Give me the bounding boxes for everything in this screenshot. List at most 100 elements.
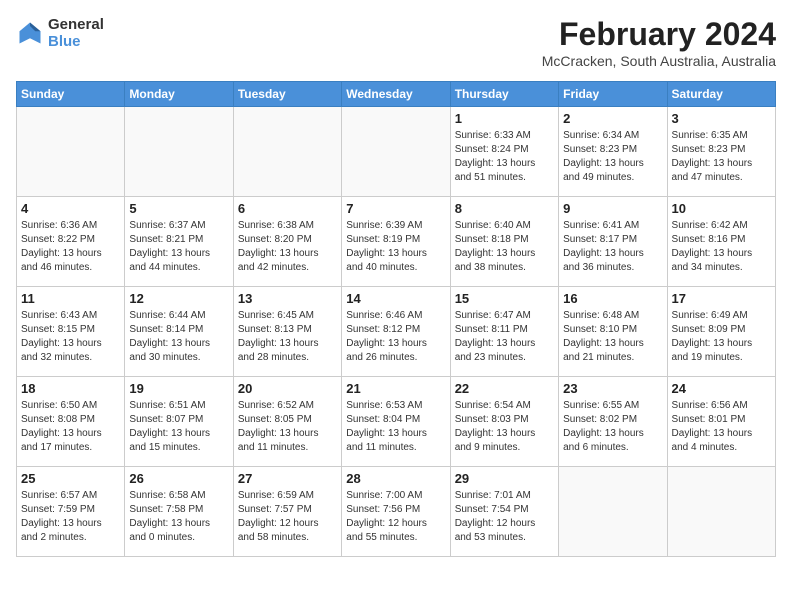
calendar-cell: 14 Sunrise: 6:46 AM Sunset: 8:12 PM Dayli… bbox=[342, 287, 450, 377]
day-number: 19 bbox=[129, 381, 228, 396]
day-detail: Sunrise: 6:56 AM Sunset: 8:01 PM Dayligh… bbox=[672, 399, 771, 455]
day-number: 9 bbox=[563, 201, 662, 216]
day-detail: Sunrise: 6:52 AM Sunset: 8:05 PM Dayligh… bbox=[238, 399, 337, 455]
logo-general: General bbox=[48, 16, 104, 33]
calendar-cell bbox=[17, 107, 125, 197]
day-detail: Sunrise: 6:55 AM Sunset: 8:02 PM Dayligh… bbox=[563, 399, 662, 455]
weekday-header-saturday: Saturday bbox=[667, 82, 775, 107]
calendar-cell bbox=[125, 107, 233, 197]
calendar-cell bbox=[342, 107, 450, 197]
logo-text: General Blue bbox=[48, 16, 104, 50]
day-detail: Sunrise: 6:45 AM Sunset: 8:13 PM Dayligh… bbox=[238, 309, 337, 365]
day-number: 22 bbox=[455, 381, 554, 396]
weekday-header-sunday: Sunday bbox=[17, 82, 125, 107]
day-detail: Sunrise: 7:01 AM Sunset: 7:54 PM Dayligh… bbox=[455, 489, 554, 545]
day-detail: Sunrise: 6:42 AM Sunset: 8:16 PM Dayligh… bbox=[672, 219, 771, 275]
day-detail: Sunrise: 6:57 AM Sunset: 7:59 PM Dayligh… bbox=[21, 489, 120, 545]
calendar-cell bbox=[559, 467, 667, 557]
calendar-cell: 19 Sunrise: 6:51 AM Sunset: 8:07 PM Dayli… bbox=[125, 377, 233, 467]
calendar-cell: 1Sunrise: 6:33 AM Sunset: 8:24 PM Daylig… bbox=[450, 107, 558, 197]
calendar-cell: 16 Sunrise: 6:48 AM Sunset: 8:10 PM Dayli… bbox=[559, 287, 667, 377]
day-detail: Sunrise: 6:59 AM Sunset: 7:57 PM Dayligh… bbox=[238, 489, 337, 545]
day-detail: Sunrise: 7:00 AM Sunset: 7:56 PM Dayligh… bbox=[346, 489, 445, 545]
calendar-cell: 22 Sunrise: 6:54 AM Sunset: 8:03 PM Dayli… bbox=[450, 377, 558, 467]
day-detail: Sunrise: 6:47 AM Sunset: 8:11 PM Dayligh… bbox=[455, 309, 554, 365]
day-number: 5 bbox=[129, 201, 228, 216]
calendar-cell: 26Sunrise: 6:58 AM Sunset: 7:58 PM Dayli… bbox=[125, 467, 233, 557]
day-number: 3 bbox=[672, 111, 771, 126]
day-detail: Sunrise: 6:39 AM Sunset: 8:19 PM Dayligh… bbox=[346, 219, 445, 275]
day-number: 2 bbox=[563, 111, 662, 126]
calendar-cell: 2 Sunrise: 6:34 AM Sunset: 8:23 PM Daylig… bbox=[559, 107, 667, 197]
calendar-cell: 11 Sunrise: 6:43 AM Sunset: 8:15 PM Dayli… bbox=[17, 287, 125, 377]
location-subtitle: McCracken, South Australia, Australia bbox=[542, 53, 776, 69]
day-number: 20 bbox=[238, 381, 337, 396]
calendar-cell: 28 Sunrise: 7:00 AM Sunset: 7:56 PM Dayli… bbox=[342, 467, 450, 557]
calendar-cell: 4 Sunrise: 6:36 AM Sunset: 8:22 PM Daylig… bbox=[17, 197, 125, 287]
day-number: 4 bbox=[21, 201, 120, 216]
day-number: 6 bbox=[238, 201, 337, 216]
title-block: February 2024 McCracken, South Australia… bbox=[542, 16, 776, 69]
calendar-cell: 5 Sunrise: 6:37 AM Sunset: 8:21 PM Daylig… bbox=[125, 197, 233, 287]
day-number: 14 bbox=[346, 291, 445, 306]
calendar-table: SundayMondayTuesdayWednesdayThursdayFrid… bbox=[16, 81, 776, 557]
day-detail: Sunrise: 6:38 AM Sunset: 8:20 PM Dayligh… bbox=[238, 219, 337, 275]
calendar-cell: 13 Sunrise: 6:45 AM Sunset: 8:13 PM Dayli… bbox=[233, 287, 341, 377]
day-detail: Sunrise: 6:37 AM Sunset: 8:21 PM Dayligh… bbox=[129, 219, 228, 275]
weekday-header-friday: Friday bbox=[559, 82, 667, 107]
day-detail: Sunrise: 6:48 AM Sunset: 8:10 PM Dayligh… bbox=[563, 309, 662, 365]
day-number: 21 bbox=[346, 381, 445, 396]
calendar-cell bbox=[667, 467, 775, 557]
calendar-cell: 7 Sunrise: 6:39 AM Sunset: 8:19 PM Daylig… bbox=[342, 197, 450, 287]
day-detail: Sunrise: 6:40 AM Sunset: 8:18 PM Dayligh… bbox=[455, 219, 554, 275]
day-number: 27 bbox=[238, 471, 337, 486]
day-detail: Sunrise: 6:50 AM Sunset: 8:08 PM Dayligh… bbox=[21, 399, 120, 455]
calendar-cell: 17 Sunrise: 6:49 AM Sunset: 8:09 PM Dayli… bbox=[667, 287, 775, 377]
calendar-cell bbox=[233, 107, 341, 197]
day-detail: Sunrise: 6:54 AM Sunset: 8:03 PM Dayligh… bbox=[455, 399, 554, 455]
day-number: 17 bbox=[672, 291, 771, 306]
calendar-cell: 21Sunrise: 6:53 AM Sunset: 8:04 PM Dayli… bbox=[342, 377, 450, 467]
logo: General Blue bbox=[16, 16, 104, 50]
day-number: 10 bbox=[672, 201, 771, 216]
calendar-week-5: 25 Sunrise: 6:57 AM Sunset: 7:59 PM Dayli… bbox=[17, 467, 776, 557]
day-number: 16 bbox=[563, 291, 662, 306]
calendar-cell: 15 Sunrise: 6:47 AM Sunset: 8:11 PM Dayli… bbox=[450, 287, 558, 377]
day-detail: Sunrise: 6:41 AM Sunset: 8:17 PM Dayligh… bbox=[563, 219, 662, 275]
weekday-header-wednesday: Wednesday bbox=[342, 82, 450, 107]
day-number: 7 bbox=[346, 201, 445, 216]
page-header: General Blue February 2024 McCracken, So… bbox=[16, 16, 776, 69]
day-detail: Sunrise: 6:51 AM Sunset: 8:07 PM Dayligh… bbox=[129, 399, 228, 455]
day-detail: Sunrise: 6:46 AM Sunset: 8:12 PM Dayligh… bbox=[346, 309, 445, 365]
calendar-cell: 3 Sunrise: 6:35 AM Sunset: 8:23 PM Daylig… bbox=[667, 107, 775, 197]
logo-blue: Blue bbox=[48, 33, 104, 50]
day-detail: Sunrise: 6:35 AM Sunset: 8:23 PM Dayligh… bbox=[672, 129, 771, 185]
day-number: 25 bbox=[21, 471, 120, 486]
day-number: 1 bbox=[455, 111, 554, 126]
weekday-header-monday: Monday bbox=[125, 82, 233, 107]
calendar-week-1: 1Sunrise: 6:33 AM Sunset: 8:24 PM Daylig… bbox=[17, 107, 776, 197]
calendar-cell: 18Sunrise: 6:50 AM Sunset: 8:08 PM Dayli… bbox=[17, 377, 125, 467]
calendar-week-3: 11 Sunrise: 6:43 AM Sunset: 8:15 PM Dayli… bbox=[17, 287, 776, 377]
day-number: 11 bbox=[21, 291, 120, 306]
day-number: 15 bbox=[455, 291, 554, 306]
day-detail: Sunrise: 6:43 AM Sunset: 8:15 PM Dayligh… bbox=[21, 309, 120, 365]
day-number: 8 bbox=[455, 201, 554, 216]
day-detail: Sunrise: 6:34 AM Sunset: 8:23 PM Dayligh… bbox=[563, 129, 662, 185]
day-number: 24 bbox=[672, 381, 771, 396]
day-number: 28 bbox=[346, 471, 445, 486]
weekday-header-tuesday: Tuesday bbox=[233, 82, 341, 107]
day-number: 26 bbox=[129, 471, 228, 486]
calendar-cell: 20 Sunrise: 6:52 AM Sunset: 8:05 PM Dayli… bbox=[233, 377, 341, 467]
day-number: 13 bbox=[238, 291, 337, 306]
day-detail: Sunrise: 6:49 AM Sunset: 8:09 PM Dayligh… bbox=[672, 309, 771, 365]
calendar-cell: 12Sunrise: 6:44 AM Sunset: 8:14 PM Dayli… bbox=[125, 287, 233, 377]
logo-icon bbox=[16, 19, 44, 47]
day-detail: Sunrise: 6:36 AM Sunset: 8:22 PM Dayligh… bbox=[21, 219, 120, 275]
calendar-cell: 24 Sunrise: 6:56 AM Sunset: 8:01 PM Dayli… bbox=[667, 377, 775, 467]
weekday-header-thursday: Thursday bbox=[450, 82, 558, 107]
calendar-week-2: 4 Sunrise: 6:36 AM Sunset: 8:22 PM Daylig… bbox=[17, 197, 776, 287]
calendar-cell: 27 Sunrise: 6:59 AM Sunset: 7:57 PM Dayli… bbox=[233, 467, 341, 557]
calendar-cell: 23Sunrise: 6:55 AM Sunset: 8:02 PM Dayli… bbox=[559, 377, 667, 467]
calendar-cell: 8 Sunrise: 6:40 AM Sunset: 8:18 PM Daylig… bbox=[450, 197, 558, 287]
